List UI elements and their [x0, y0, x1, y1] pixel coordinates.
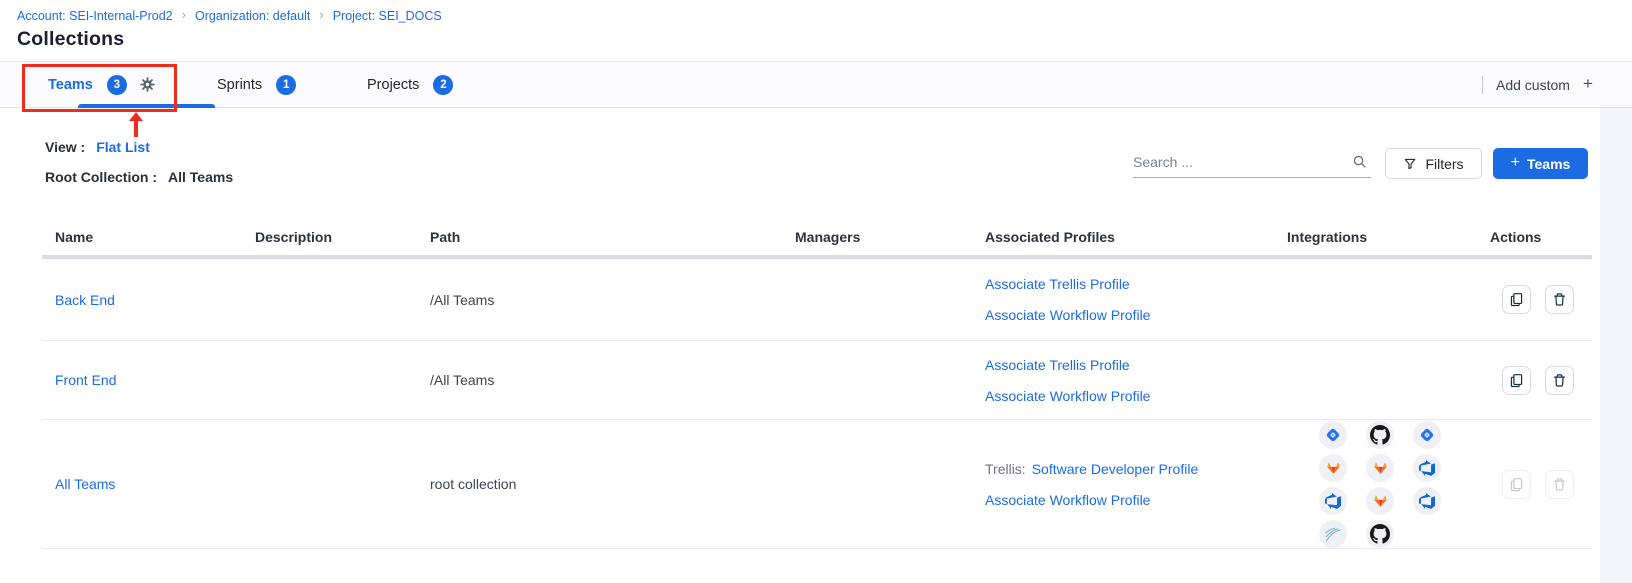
jira-icon [1413, 421, 1441, 449]
jira-icon [1319, 421, 1347, 449]
breadcrumb: Account: SEI-Internal-Prod2 › Organizati… [17, 8, 442, 23]
associate-trellis-profile-link[interactable]: Associate Trellis Profile [985, 352, 1287, 378]
tab-sprints-label: Sprints [217, 77, 262, 93]
actions-cell [1490, 470, 1592, 499]
copy-icon [1509, 477, 1524, 492]
azure-devops-icon [1319, 487, 1347, 515]
view-label: View : [45, 139, 85, 155]
table-row: Back End /All Teams Associate Trellis Pr… [42, 259, 1592, 341]
integrations-cell [1287, 421, 1490, 548]
annotation-arrow-stem [134, 120, 138, 137]
collections-panel: View : Flat List Root Collection : All T… [0, 108, 1600, 557]
trash-icon [1552, 477, 1567, 492]
tab-sprints[interactable]: Sprints 1 [217, 62, 296, 107]
tab-projects-count-badge: 2 [433, 75, 453, 95]
column-header-associated-profiles: Associated Profiles [985, 229, 1287, 245]
add-teams-button-label: Teams [1527, 156, 1570, 172]
trash-icon [1552, 292, 1567, 307]
search-input[interactable] [1133, 146, 1343, 177]
filters-button[interactable]: Filters [1385, 148, 1482, 179]
annotation-highlight-box [22, 64, 177, 112]
table-row: Front End /All Teams Associate Trellis P… [42, 341, 1592, 420]
gitlab-icon [1366, 487, 1394, 515]
gitlab-icon [1366, 454, 1394, 482]
clone-collection-button[interactable] [1502, 285, 1531, 314]
search-field [1133, 146, 1371, 178]
view-flat-list-link[interactable]: Flat List [96, 139, 150, 155]
collection-name-link[interactable]: All Teams [55, 476, 115, 492]
path-cell: /All Teams [430, 372, 795, 388]
root-collection-row: Root Collection : All Teams [45, 169, 233, 185]
associate-workflow-profile-link[interactable]: Associate Workflow Profile [985, 302, 1287, 328]
path-cell: /All Teams [430, 292, 795, 308]
associate-workflow-profile-link[interactable]: Associate Workflow Profile [985, 487, 1287, 513]
trellis-profile-link[interactable]: Software Developer Profile [1032, 456, 1199, 482]
filters-button-label: Filters [1425, 156, 1463, 172]
azure-devops-icon [1413, 487, 1441, 515]
github-icon [1366, 421, 1394, 449]
copy-icon [1509, 292, 1524, 307]
filter-funnel-icon [1403, 157, 1417, 171]
vertical-divider [1482, 76, 1483, 94]
tab-bar: Teams 3 Sprints 1 [0, 61, 1632, 108]
azure-devops-icon [1413, 454, 1441, 482]
gitlab-icon [1319, 454, 1347, 482]
column-header-actions: Actions [1490, 229, 1592, 245]
chevron-right-icon: › [319, 7, 323, 22]
copy-icon [1509, 373, 1524, 388]
column-header-description: Description [255, 229, 430, 245]
tab-projects[interactable]: Projects 2 [367, 62, 453, 107]
actions-cell [1490, 366, 1592, 395]
page-background-strip [1600, 108, 1632, 583]
page-title: Collections [17, 28, 124, 51]
breadcrumb-account-link[interactable]: Account: SEI-Internal-Prod2 [17, 9, 173, 23]
add-custom-button[interactable]: Add custom + [1482, 62, 1593, 107]
associate-workflow-profile-link[interactable]: Associate Workflow Profile [985, 383, 1287, 409]
add-custom-label: Add custom [1496, 77, 1570, 93]
breadcrumb-project-link[interactable]: Project: SEI_DOCS [333, 9, 442, 23]
plus-icon: + [1583, 74, 1593, 94]
delete-collection-button-disabled [1545, 470, 1574, 499]
github-icon [1366, 520, 1394, 548]
root-collection-label: Root Collection : [45, 169, 157, 185]
delete-collection-button[interactable] [1545, 366, 1574, 395]
root-collection-value: All Teams [168, 169, 233, 185]
tab-sprints-count-badge: 1 [276, 75, 296, 95]
tab-projects-label: Projects [367, 77, 419, 93]
trellis-prefix-label: Trellis: [985, 456, 1026, 482]
associated-profiles-cell: Associate Trellis Profile Associate Work… [985, 352, 1287, 409]
column-header-name: Name [55, 229, 255, 245]
chevron-right-icon: › [182, 7, 186, 22]
integration-icons-grid [1287, 421, 1490, 548]
path-cell: root collection [430, 476, 795, 492]
collection-name-link[interactable]: Front End [55, 372, 116, 388]
associated-profiles-cell: Trellis: Software Developer Profile Asso… [985, 456, 1287, 513]
collection-name-link[interactable]: Back End [55, 292, 115, 308]
trash-icon [1552, 373, 1567, 388]
associated-profiles-cell: Associate Trellis Profile Associate Work… [985, 271, 1287, 328]
view-selector-row: View : Flat List [45, 139, 150, 155]
add-teams-button[interactable]: + Teams [1493, 148, 1588, 179]
column-header-path: Path [430, 229, 795, 245]
column-header-integrations: Integrations [1287, 229, 1490, 245]
search-icon [1352, 154, 1367, 169]
associate-trellis-profile-link[interactable]: Associate Trellis Profile [985, 271, 1287, 297]
collections-table: Name Description Path Managers Associate… [42, 218, 1592, 549]
table-header-row: Name Description Path Managers Associate… [42, 218, 1592, 259]
column-header-managers: Managers [795, 229, 985, 245]
clone-collection-button-disabled [1502, 470, 1531, 499]
clone-collection-button[interactable] [1502, 366, 1531, 395]
plus-icon: + [1511, 154, 1520, 172]
sonarqube-icon [1319, 520, 1347, 548]
actions-cell [1490, 285, 1592, 314]
delete-collection-button[interactable] [1545, 285, 1574, 314]
table-row: All Teams root collection Trellis: Softw… [42, 420, 1592, 549]
breadcrumb-organization-link[interactable]: Organization: default [195, 9, 310, 23]
